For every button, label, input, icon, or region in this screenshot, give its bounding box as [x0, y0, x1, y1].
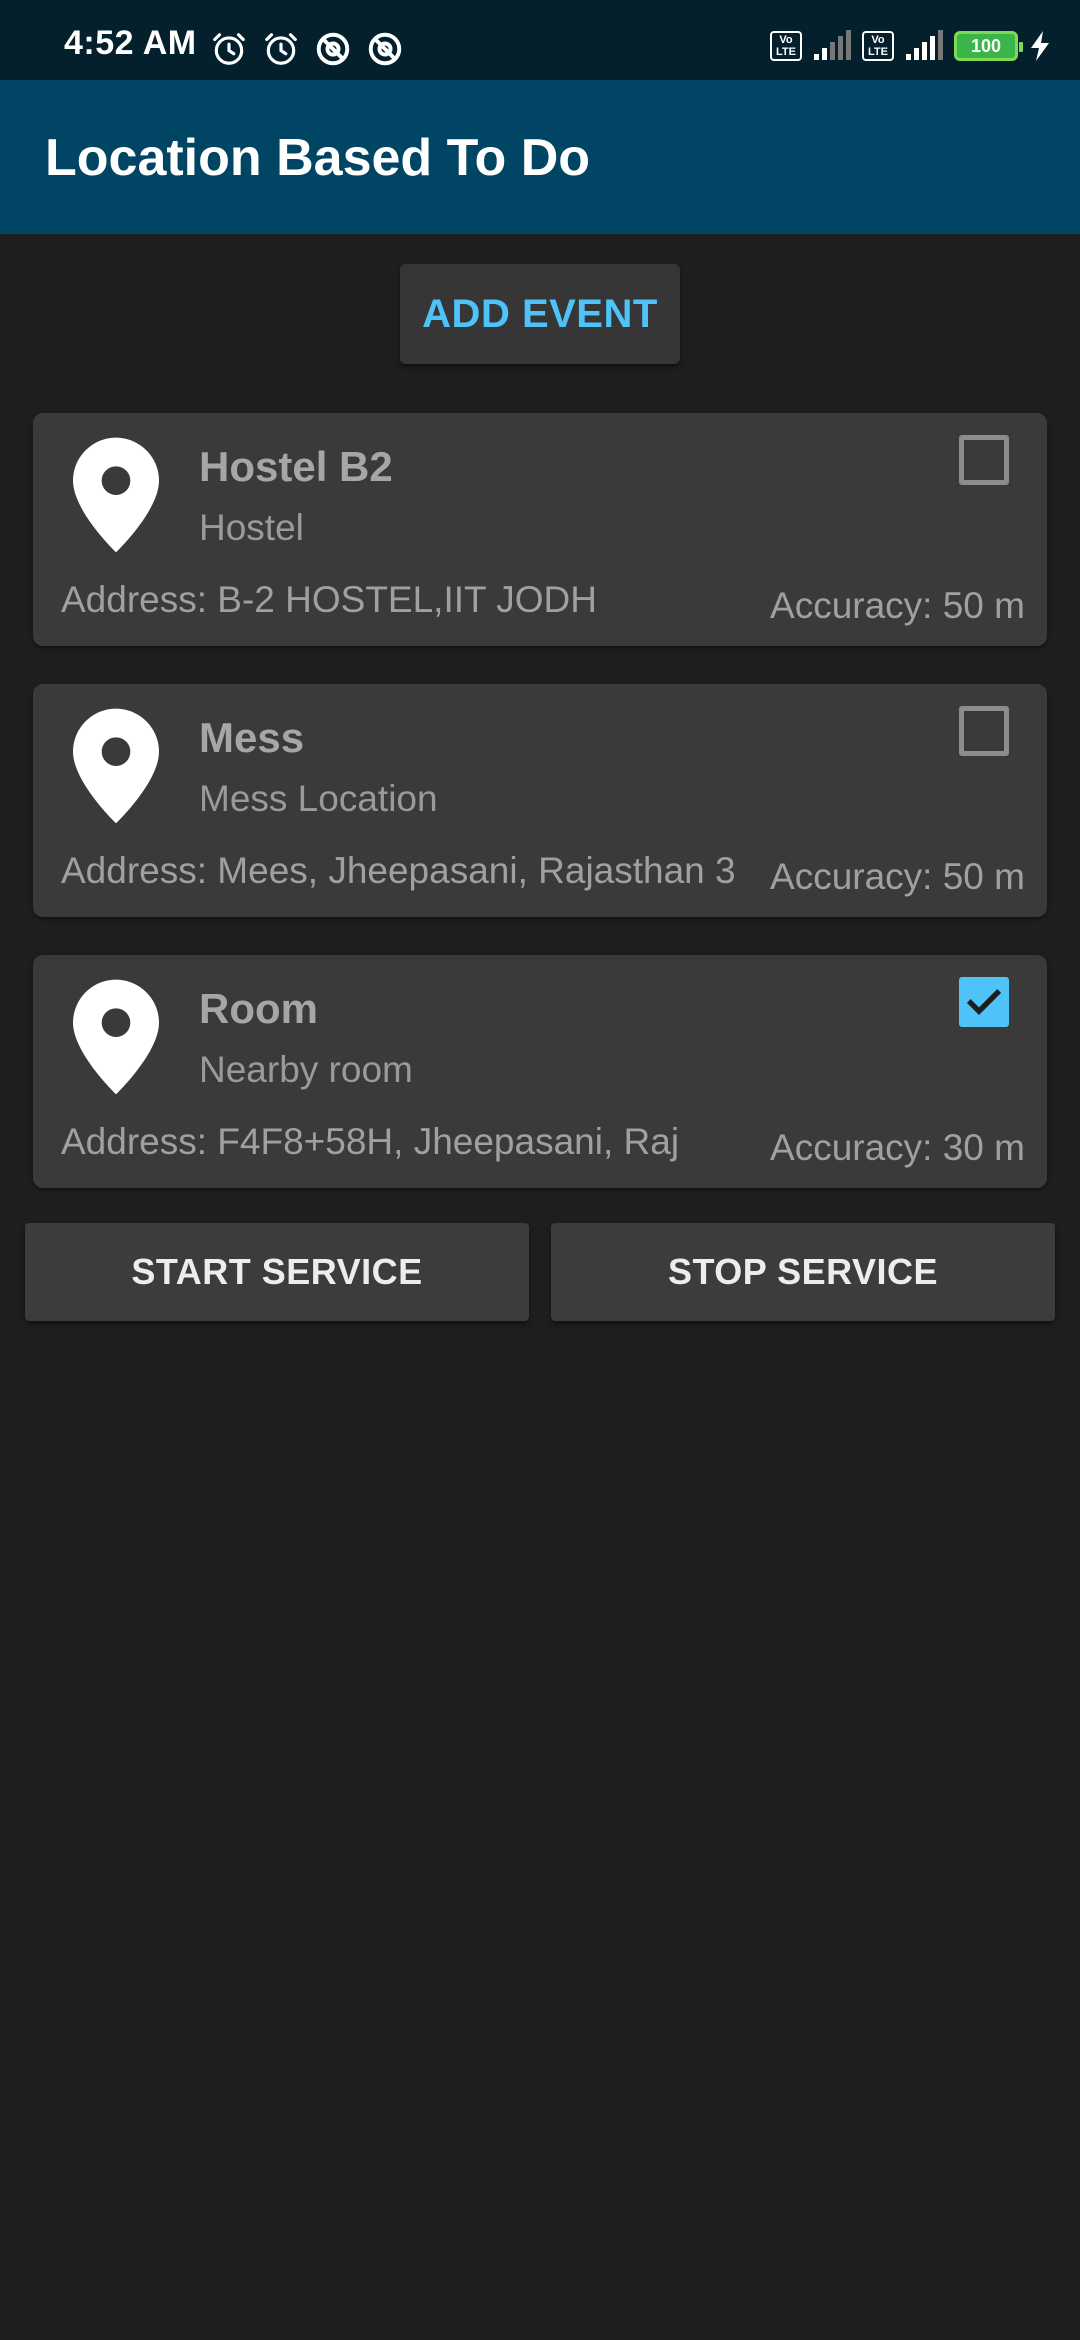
event-card[interactable]: Room Nearby room Address: F4F8+58H, Jhee… — [33, 955, 1047, 1188]
check-icon — [966, 989, 1002, 1015]
data-saver-icon — [368, 32, 402, 66]
location-pin-icon — [73, 708, 159, 824]
volte-badge-sim2: Vo LTE — [862, 31, 894, 61]
stop-service-button[interactable]: STOP SERVICE — [551, 1223, 1055, 1321]
status-bar: 4:52 AM Vo LTE Vo LTE 100 — [0, 0, 1080, 80]
charging-bolt-icon — [1031, 31, 1049, 61]
location-pin-icon — [73, 979, 159, 1095]
event-description: Hostel — [199, 507, 304, 548]
event-address: Address: B-2 HOSTEL,IIT JODH — [61, 579, 597, 620]
data-saver-icon — [316, 32, 350, 66]
event-name: Mess — [199, 714, 305, 761]
status-system-icons: Vo LTE Vo LTE 100 — [770, 30, 1052, 62]
event-description: Nearby room — [199, 1049, 413, 1090]
app-bar: Location Based To Do — [0, 80, 1080, 234]
alarm-icon — [213, 33, 245, 65]
alarm-icon — [265, 33, 297, 65]
start-service-button[interactable]: START SERVICE — [25, 1223, 529, 1321]
event-card[interactable]: Mess Mess Location Address: Mees, Jheepa… — [33, 684, 1047, 917]
event-checkbox[interactable] — [959, 977, 1009, 1027]
event-accuracy: Accuracy: 30 m — [770, 1127, 1025, 1169]
event-card[interactable]: Hostel B2 Hostel Address: B-2 HOSTEL,IIT… — [33, 413, 1047, 646]
event-name: Room — [199, 985, 318, 1032]
battery-indicator: 100 — [954, 31, 1023, 61]
event-accuracy: Accuracy: 50 m — [770, 585, 1025, 627]
add-event-button[interactable]: ADD EVENT — [400, 264, 680, 364]
event-description: Mess Location — [199, 778, 438, 819]
event-checkbox[interactable] — [959, 435, 1009, 485]
volte-badge-sim1: Vo LTE — [770, 31, 802, 61]
status-notification-icons — [210, 30, 404, 68]
app-title: Location Based To Do — [45, 129, 591, 187]
status-time: 4:52 AM — [64, 24, 197, 62]
event-address: Address: F4F8+58H, Jheepasani, Raj — [61, 1121, 680, 1162]
signal-icon — [814, 30, 851, 60]
event-accuracy: Accuracy: 50 m — [770, 856, 1025, 898]
event-checkbox[interactable] — [959, 706, 1009, 756]
signal-icon — [906, 30, 943, 60]
event-name: Hostel B2 — [199, 443, 393, 490]
location-pin-icon — [73, 437, 159, 553]
event-address: Address: Mees, Jheepasani, Rajasthan 3 — [61, 850, 736, 891]
